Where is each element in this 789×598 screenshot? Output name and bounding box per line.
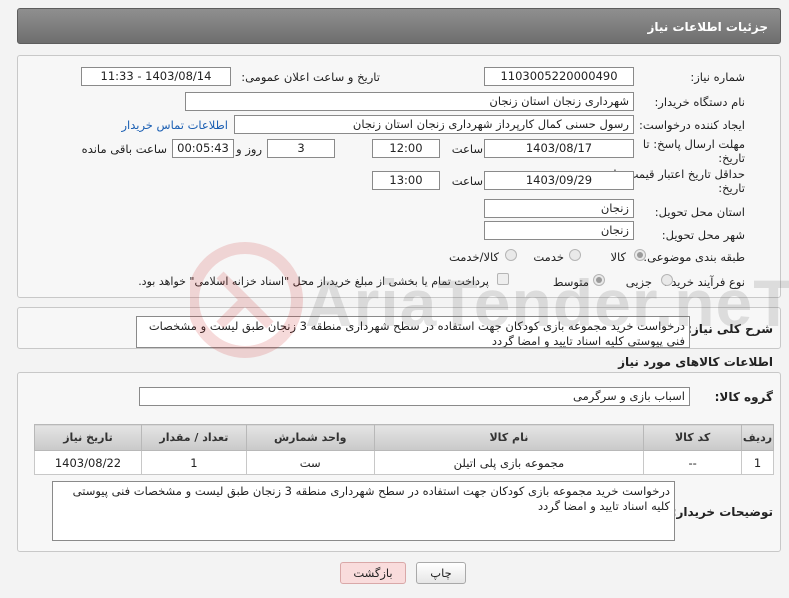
- reply-time-label: ساعت: [451, 142, 483, 156]
- cell-quantity: 1: [140, 450, 247, 475]
- page-title: جزئیات اطلاعات نیاز: [647, 20, 768, 34]
- col-row: ردیف: [741, 424, 774, 451]
- category-option-goods-service: کالا/خدمت: [448, 250, 499, 264]
- col-quantity: تعداد / مقدار: [140, 424, 247, 451]
- col-need-date: تاریخ نیاز: [34, 424, 142, 451]
- remaining-time-label: ساعت باقی مانده: [81, 142, 167, 156]
- reply-deadline-label-date: تاریخ:: [718, 151, 745, 165]
- reply-deadline-label: مهلت ارسال پاسخ: تا: [642, 137, 745, 151]
- remaining-time-field[interactable]: 00:05:43: [172, 139, 234, 158]
- validity-time-field[interactable]: 13:00: [372, 171, 440, 190]
- province-field[interactable]: زنجان: [484, 199, 634, 218]
- treasury-checkbox[interactable]: [497, 273, 509, 285]
- validity-label-date: تاریخ:: [718, 181, 745, 195]
- col-code: کد کالا: [643, 424, 743, 451]
- category-option-service: خدمت: [533, 250, 564, 264]
- process-option-minor: جزیی: [625, 275, 652, 289]
- back-button[interactable]: بازگشت: [340, 562, 406, 584]
- days-label: روز و: [236, 142, 262, 156]
- validity-time-label: ساعت: [451, 174, 483, 188]
- col-unit: واحد شمارش: [245, 424, 375, 451]
- goods-section-title: اطلاعات کالاهای مورد نیاز: [618, 355, 773, 369]
- goods-table: ردیف کد کالا نام کالا واحد شمارش تعداد /…: [34, 424, 774, 475]
- buyer-notes-textarea[interactable]: درخواست خرید مجموعه بازی کودکان جهت استف…: [52, 481, 675, 541]
- description-label: شرح کلی نیاز:: [687, 322, 773, 336]
- cell-code: --: [643, 450, 743, 475]
- process-option-medium: متوسط: [552, 275, 589, 289]
- city-field[interactable]: زنجان: [484, 221, 634, 240]
- process-radio-minor[interactable]: [661, 274, 673, 286]
- category-radio-service[interactable]: [569, 249, 581, 261]
- category-radio-goods[interactable]: [634, 249, 646, 261]
- category-radio-goods-service[interactable]: [505, 249, 517, 261]
- need-number-label: شماره نیاز:: [690, 70, 745, 84]
- buyer-contact-link[interactable]: اطلاعات تماس خریدار: [121, 118, 228, 132]
- cell-unit: ست: [245, 450, 375, 475]
- goods-table-header: ردیف کد کالا نام کالا واحد شمارش تعداد /…: [34, 424, 774, 451]
- city-label: شهر محل تحویل:: [661, 228, 745, 242]
- treasury-note: پرداخت تمام یا بخشی از مبلغ خرید،از محل …: [138, 275, 489, 288]
- creator-field[interactable]: رسول حسنی کمال کارپرداز شهرداری زنجان اس…: [234, 115, 634, 134]
- announce-datetime-label: تاریخ و ساعت اعلان عمومی:: [241, 70, 380, 84]
- category-label: طبقه بندی موضوعی:: [643, 250, 745, 264]
- province-label: استان محل تحویل:: [654, 205, 745, 219]
- reply-time-field[interactable]: 12:00: [372, 139, 440, 158]
- category-option-goods: کالا: [610, 250, 626, 264]
- need-number-field[interactable]: 1103005220000490: [484, 67, 634, 86]
- buyer-org-label: نام دستگاه خریدار:: [654, 95, 745, 109]
- cell-name: مجموعه بازی پلی اتیلن: [373, 450, 645, 475]
- print-button[interactable]: چاپ: [416, 562, 466, 584]
- buyer-org-field[interactable]: شهرداری زنجان استان زنجان: [185, 92, 634, 111]
- validity-date-field[interactable]: 1403/09/29: [484, 171, 634, 190]
- remaining-days-field[interactable]: 3: [267, 139, 335, 158]
- creator-label: ایجاد کننده درخواست:: [639, 118, 745, 132]
- cell-row: 1: [741, 450, 774, 475]
- page-title-bar: جزئیات اطلاعات نیاز: [17, 8, 781, 44]
- buyer-notes-label: توضیحات خریدار:: [671, 505, 773, 519]
- process-radio-medium[interactable]: [593, 274, 605, 286]
- description-textarea[interactable]: درخواست خرید مجموعه بازی کودکان جهت استف…: [136, 316, 690, 348]
- goods-group-field[interactable]: اسباب بازی و سرگرمی: [139, 387, 690, 406]
- process-type-label: نوع فرآیند خرید :: [663, 275, 745, 289]
- col-name: نام کالا: [373, 424, 645, 451]
- announce-datetime-field[interactable]: 1403/08/14 - 11:33: [81, 67, 231, 86]
- reply-date-field[interactable]: 1403/08/17: [484, 139, 634, 158]
- cell-need-date: 1403/08/22: [34, 450, 142, 475]
- table-row[interactable]: 1 -- مجموعه بازی پلی اتیلن ست 1 1403/08/…: [34, 450, 774, 475]
- goods-group-label: گروه کالا:: [714, 390, 773, 404]
